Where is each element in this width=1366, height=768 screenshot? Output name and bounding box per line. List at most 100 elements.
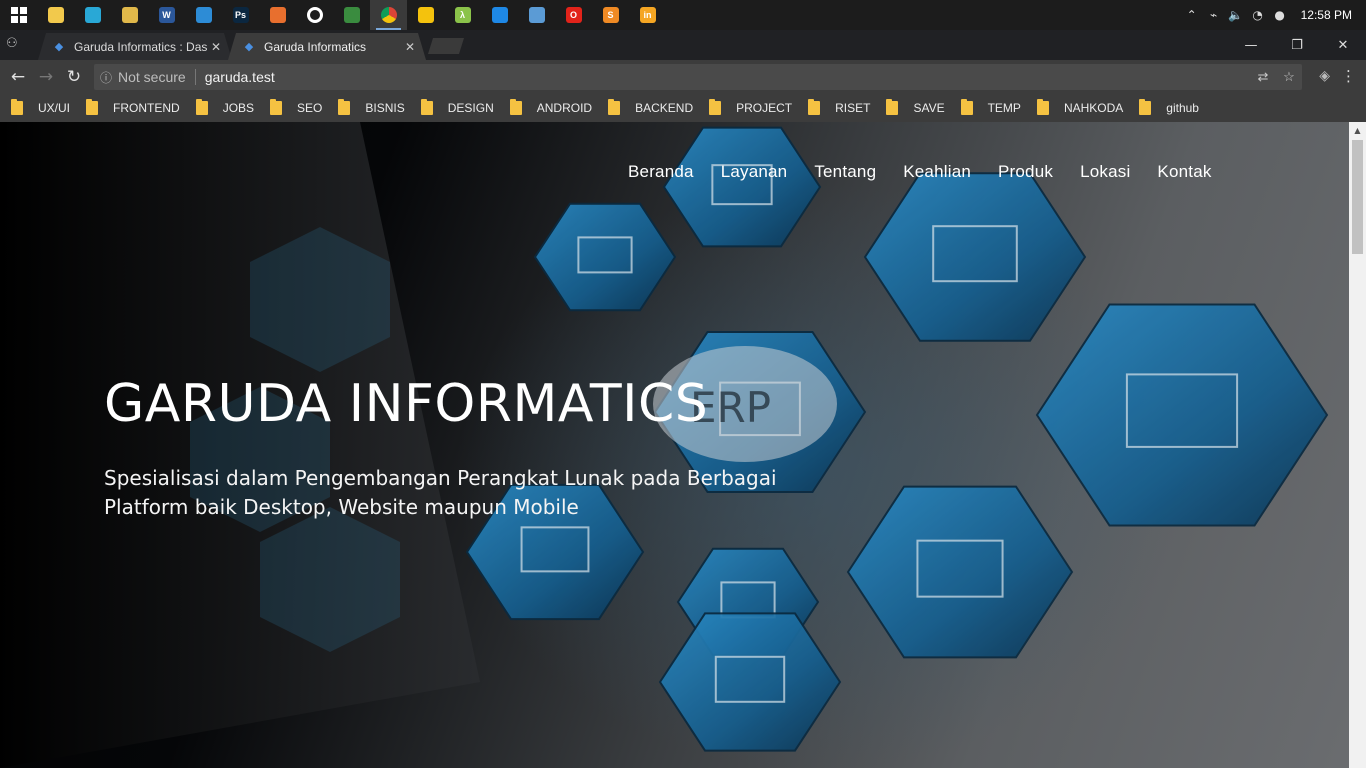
bookmark-folder[interactable]: BISNIS [338,98,405,115]
close-window-icon[interactable]: ✕ [1320,30,1366,60]
scrollbar-thumb[interactable] [1352,140,1363,254]
incognito-icon: ⚇ [6,36,18,51]
file-explorer-icon[interactable] [37,0,74,30]
sublime-glyph: S [602,7,619,23]
minimize-icon[interactable]: — [1228,30,1274,60]
network-icon[interactable]: ⌁ [1203,8,1225,22]
browser-toolbar: ← → ↻ ⓘ Not secure garuda.test ⇄ ☆ ◈ ⋮ [0,60,1366,93]
reload-icon[interactable]: ↻ [60,63,88,91]
settings-app-glyph [195,7,212,23]
bookmark-folder[interactable]: BACKEND [608,98,693,115]
new-tab-button[interactable] [428,38,464,54]
nav-link-produk[interactable]: Produk [998,162,1053,182]
bookmarks-bar: UX/UI FRONTEND JOBS SEO BISNIS DESIGN ANDROID B… [0,93,1366,122]
clock[interactable]: 12:58 PM [1291,8,1366,22]
address-bar[interactable]: ⓘ Not secure garuda.test ⇄ ☆ [94,64,1302,90]
folder-icon [960,98,973,115]
chrome-icon[interactable] [370,0,407,30]
bookmark-folder[interactable]: ANDROID [509,98,592,115]
search-app-icon[interactable] [74,0,111,30]
nav-link-beranda[interactable]: Beranda [628,162,694,182]
hero-background-image: ERP [0,122,1366,768]
windows-start-glyph [10,7,27,23]
network-app-glyph [528,7,545,23]
hero-title: GARUDA INFORMATICS [104,374,709,434]
url-text[interactable]: garuda.test [196,69,275,85]
tab-title: Garuda Informatics : Das [74,39,208,54]
chevron-up-icon[interactable]: ⌃ [1181,8,1203,22]
extension-icon[interactable]: ◈ [1319,68,1330,84]
nav-link-kontak[interactable]: Kontak [1157,162,1211,182]
bookmark-label: SAVE [913,100,945,115]
wifi-icon[interactable]: ◔ [1247,8,1269,22]
nav-link-keahlian[interactable]: Keahlian [903,162,971,182]
scroll-up-arrow-icon[interactable]: ▲ [1349,122,1366,139]
folder-app-glyph [121,7,138,23]
restore-icon[interactable]: ❐ [1274,30,1320,60]
opera-icon[interactable]: O [555,0,592,30]
bookmark-folder[interactable]: github [1139,98,1199,115]
bookmark-folder[interactable]: TEMP [960,98,1021,115]
bookmark-folder[interactable]: RISET [808,98,870,115]
nav-link-tentang[interactable]: Tentang [814,162,876,182]
bookmark-star-icon[interactable]: ☆ [1276,69,1302,85]
web-page: ERP Beranda Layanan Tentang Keahlian Produk L… [0,122,1366,768]
nav-link-lokasi[interactable]: Lokasi [1080,162,1130,182]
hexagon-app-icon[interactable] [481,0,518,30]
browser-tab-dashboard[interactable]: ◆ Garuda Informatics : Das ✕ [38,33,232,60]
info-icon[interactable]: ⓘ [94,69,118,86]
bookmark-label: BISNIS [365,100,405,115]
paint-glyph [269,7,286,23]
photoshop-icon[interactable]: Ps [222,0,259,30]
bookmark-folder[interactable]: NAHKODA [1036,98,1123,115]
spreadsheet-app-icon[interactable] [333,0,370,30]
translate-icon[interactable]: ⇄ [1250,69,1276,85]
sublime-icon[interactable]: S [592,0,629,30]
folder-icon [195,98,208,115]
bookmark-folder[interactable]: DESIGN [420,98,494,115]
hexagon-tech-illustration: ERP [0,122,1329,768]
back-arrow-icon[interactable]: ← [4,63,32,91]
network-app-icon[interactable] [518,0,555,30]
folder-app-icon[interactable] [111,0,148,30]
bookmark-folder[interactable]: SEO [270,98,323,115]
sync-icon[interactable]: ● [1269,8,1291,22]
circle-app-icon[interactable] [296,0,333,30]
bookmark-folder[interactable]: SAVE [886,98,945,115]
folder-icon [11,98,23,115]
folder-icon [86,98,99,115]
keep-icon[interactable] [407,0,444,30]
nav-link-layanan[interactable]: Layanan [721,162,788,182]
volume-icon[interactable]: 🔈 [1225,8,1247,22]
tech-hexagon [863,172,1087,342]
browser-tab-active[interactable]: ◆ Garuda Informatics ✕ [228,33,426,60]
lambda-app-icon[interactable]: λ [444,0,481,30]
bookmark-folder[interactable]: UX/UI [11,98,71,115]
tab-close-icon[interactable]: ✕ [402,40,418,54]
invision-glyph: in [639,7,656,23]
word-glyph: W [158,7,175,23]
chrome-glyph [380,7,397,23]
forward-arrow-icon[interactable]: → [32,63,60,91]
tab-title: Garuda Informatics [264,39,367,54]
menu-kebab-icon[interactable]: ⋮ [1341,67,1356,85]
security-label: Not secure [118,69,196,85]
page-scrollbar[interactable]: ▲ [1349,122,1366,768]
bookmark-folder[interactable]: PROJECT [709,98,792,115]
paint-icon[interactable] [259,0,296,30]
window-controls: — ❐ ✕ [1228,30,1366,60]
settings-app-icon[interactable] [185,0,222,30]
tab-close-icon[interactable]: ✕ [208,40,224,54]
invision-icon[interactable]: in [629,0,666,30]
word-icon[interactable]: W [148,0,185,30]
windows-start-icon[interactable] [0,0,37,30]
file-explorer-glyph [47,7,64,23]
bookmark-folder[interactable]: FRONTEND [86,98,180,115]
folder-icon [420,98,433,115]
bookmark-folder[interactable]: JOBS [195,98,255,115]
bookmark-label: SEO [297,100,323,115]
hexagon-app-glyph [491,7,508,23]
bookmark-label: UX/UI [38,100,71,115]
bookmark-label: JOBS [222,100,255,115]
browser-tab-strip: ⚇ ◆ Garuda Informatics : Das ✕ ◆ Garuda … [0,30,1366,60]
